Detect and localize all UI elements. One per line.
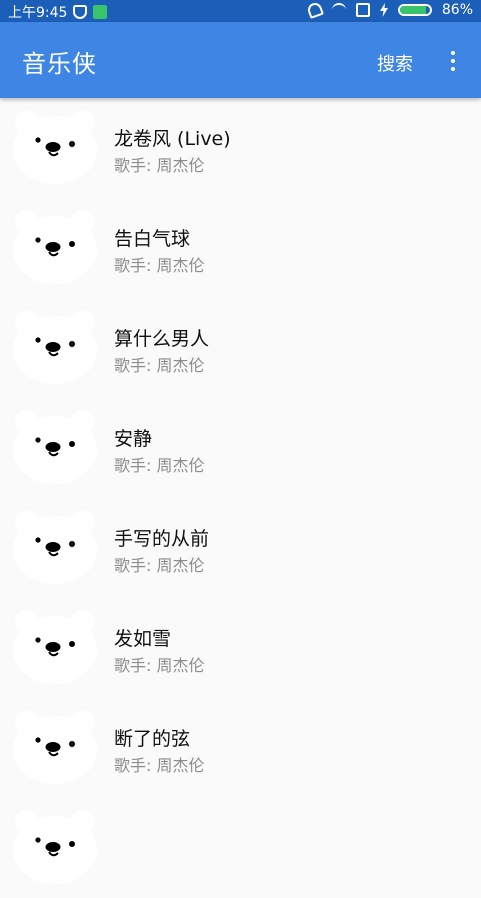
bear-avatar-icon <box>11 806 99 886</box>
song-list-item[interactable]: 告白气球歌手: 周杰伦 <box>0 198 481 298</box>
song-artist: 歌手: 周杰伦 <box>114 456 205 475</box>
song-artist: 歌手: 周杰伦 <box>114 156 205 175</box>
status-time: 上午9:45 <box>8 5 68 21</box>
song-artist: 歌手: 周杰伦 <box>114 356 205 375</box>
bear-avatar-icon <box>11 406 99 486</box>
wifi-icon <box>331 3 346 17</box>
song-list-item[interactable] <box>0 798 481 898</box>
charging-icon <box>379 3 388 17</box>
song-title: 告白气球 <box>114 228 191 250</box>
song-artist: 歌手: 周杰伦 <box>114 256 205 275</box>
bear-avatar-icon <box>11 606 99 686</box>
app-title: 音乐侠 <box>22 50 97 78</box>
song-title: 发如雪 <box>114 628 172 650</box>
song-list: 龙卷风 (Live) 歌手: 周杰伦 告白气球 歌手: 周杰伦 算什么男人 歌手: 周… <box>0 98 481 898</box>
song-artist: 歌手: 周杰伦 <box>114 556 205 575</box>
status-bar: 上午9:45 86% <box>0 0 481 22</box>
bear-avatar-icon <box>11 506 99 586</box>
song-title: 断了的弦 <box>114 728 191 750</box>
no-sim-icon <box>355 3 370 17</box>
song-title: 算什么男人 <box>114 328 210 350</box>
mute-icon <box>305 1 324 19</box>
more-vert-icon[interactable] <box>447 49 459 73</box>
song-list-item[interactable]: 算什么男人歌手: 周杰伦 <box>0 298 481 398</box>
song-artist: 歌手: 周杰伦 <box>114 756 205 775</box>
app-bar: 音乐侠 搜索 <box>0 22 481 98</box>
battery-icon <box>397 4 432 16</box>
song-list-item[interactable]: 手写的从前歌手: 周杰伦 <box>0 498 481 598</box>
bear-avatar-icon <box>11 106 99 186</box>
song-title: 手写的从前 <box>114 528 210 550</box>
song-title: 安静 <box>114 428 153 450</box>
song-list-item[interactable]: 安静歌手: 周杰伦 <box>0 398 481 498</box>
bear-avatar-icon <box>11 206 99 286</box>
search-button[interactable]: 搜索 <box>377 50 413 76</box>
song-list-item[interactable]: 断了的弦歌手: 周杰伦 <box>0 698 481 798</box>
song-artist: 歌手: 周杰伦 <box>114 656 205 675</box>
sim-icon <box>93 5 108 19</box>
song-title: 龙卷风 (Live) <box>114 128 231 150</box>
shield-icon <box>73 5 88 19</box>
battery-percentage: 86% <box>441 2 473 18</box>
song-list-item[interactable]: 龙卷风 (Live) 歌手: 周杰伦 <box>0 98 481 198</box>
bear-avatar-icon <box>11 706 99 786</box>
bear-avatar-icon <box>11 306 99 386</box>
song-list-item[interactable]: 发如雪歌手: 周杰伦 <box>0 598 481 698</box>
